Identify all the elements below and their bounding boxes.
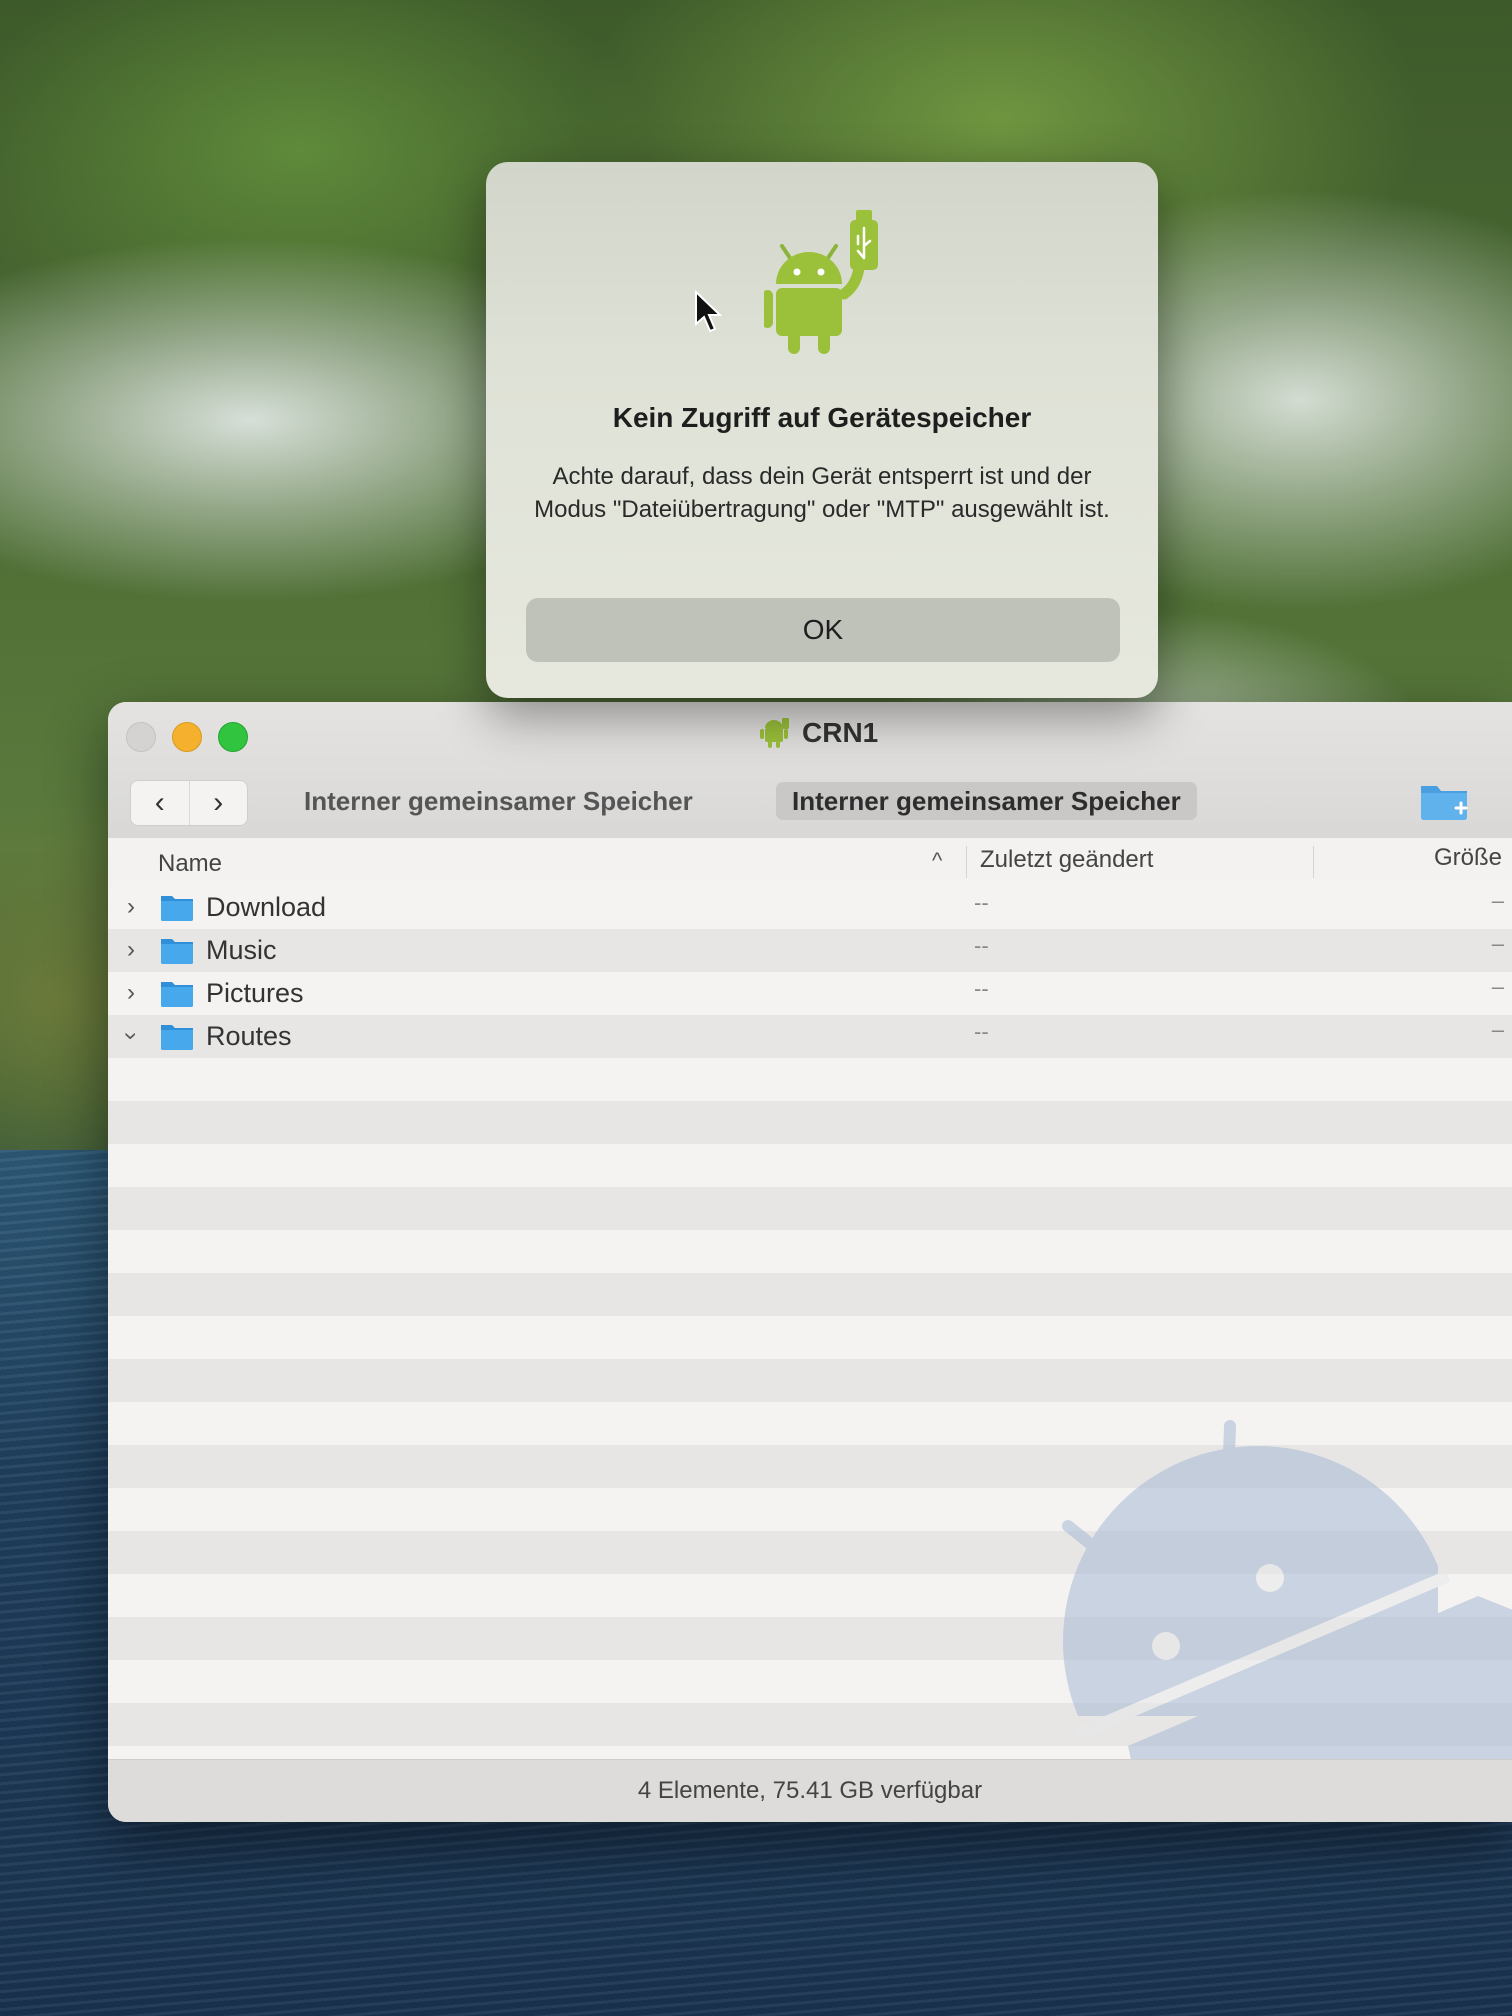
list-item-music[interactable]: › Music -- – xyxy=(108,929,1512,972)
folder-icon xyxy=(161,982,193,1007)
window-title: CRN1 xyxy=(758,716,878,750)
breadcrumb-parent[interactable]: Interner gemeinsamer Speicher xyxy=(304,782,693,820)
column-header-row: Name ^ Zuletzt geändert Größe xyxy=(108,838,1512,887)
item-size: – xyxy=(1491,974,1504,999)
new-folder-icon[interactable] xyxy=(1418,778,1470,822)
forward-button[interactable]: › xyxy=(188,781,248,825)
alert-title: Kein Zugriff auf Gerätespeicher xyxy=(612,402,1032,433)
window-title-text: CRN1 xyxy=(802,717,879,748)
maximize-button[interactable] xyxy=(218,722,248,752)
column-divider[interactable] xyxy=(1313,846,1314,878)
close-button[interactable] xyxy=(126,722,156,752)
column-name[interactable]: Name xyxy=(158,850,222,878)
item-modified: -- xyxy=(974,890,989,915)
mouse-pointer-icon xyxy=(695,290,722,333)
item-size: – xyxy=(1491,888,1504,913)
folder-icon xyxy=(161,939,193,964)
list-item-routes[interactable]: › Routes -- – xyxy=(108,1015,1512,1058)
item-size: – xyxy=(1491,1017,1504,1042)
alert-message: Achte darauf, dass dein Gerät entsperrt … xyxy=(534,463,1110,523)
disclosure-chevron-right-icon[interactable]: › xyxy=(120,892,142,922)
minimize-button[interactable] xyxy=(172,722,202,752)
disclosure-chevron-right-icon[interactable]: › xyxy=(120,978,142,1008)
folder-icon xyxy=(161,896,193,921)
item-modified: -- xyxy=(974,1019,989,1044)
item-name: Pictures xyxy=(206,978,304,1008)
ok-button[interactable]: OK xyxy=(526,598,1120,662)
breadcrumb-current[interactable]: Interner gemeinsamer Speicher xyxy=(776,782,1197,820)
item-name: Music xyxy=(206,935,277,965)
folder-icon xyxy=(161,1025,193,1050)
status-bar: 4 Elemente, 75.41 GB verfügbar xyxy=(108,1759,1512,1822)
sort-ascending-icon[interactable]: ^ xyxy=(932,848,942,874)
file-list: › Download -- – › Music -- – › Pictures … xyxy=(108,886,1512,1822)
alert-dialog: Kein Zugriff auf Gerätespeicher Achte da… xyxy=(486,162,1158,698)
list-item-download[interactable]: › Download -- – xyxy=(108,886,1512,929)
navigation-buttons: ‹ › xyxy=(130,780,248,826)
item-modified: -- xyxy=(974,933,989,958)
android-icon xyxy=(760,718,789,748)
column-divider[interactable] xyxy=(966,846,967,878)
item-modified: -- xyxy=(974,976,989,1001)
file-transfer-window: CRN1 ‹ › Interner gemeinsamer Speicher I… xyxy=(108,702,1512,1822)
column-modified[interactable]: Zuletzt geändert xyxy=(980,846,1153,874)
item-name: Download xyxy=(206,892,327,922)
column-size[interactable]: Größe xyxy=(1434,844,1502,872)
item-size: – xyxy=(1491,931,1504,956)
list-item-pictures[interactable]: › Pictures -- – xyxy=(108,972,1512,1015)
item-name: Routes xyxy=(206,1021,292,1051)
disclosure-chevron-down-icon[interactable]: › xyxy=(116,1025,146,1047)
disclosure-chevron-right-icon[interactable]: › xyxy=(120,935,142,965)
window-titlebar[interactable]: CRN1 ‹ › Interner gemeinsamer Speicher I… xyxy=(108,702,1512,839)
back-button[interactable]: ‹ xyxy=(131,781,189,825)
android-usb-icon xyxy=(764,210,878,354)
